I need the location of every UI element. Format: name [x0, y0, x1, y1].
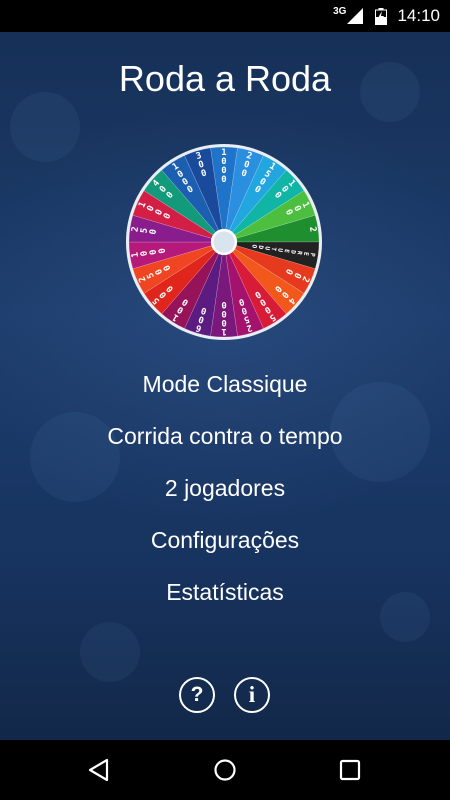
signal-icon	[347, 8, 364, 24]
menu-mode-classique[interactable]: Mode Classique	[0, 358, 450, 410]
main-menu: Mode Classique Corrida contra o tempo 2 …	[0, 358, 450, 618]
recent-apps-icon[interactable]	[335, 755, 365, 785]
bottom-actions: ? i	[0, 677, 450, 713]
background-bokeh	[10, 92, 80, 162]
wheel-segment-label-char: 0	[221, 299, 226, 309]
back-icon[interactable]	[85, 755, 115, 785]
battery-icon	[375, 7, 388, 25]
background-bokeh	[80, 622, 140, 682]
info-icon[interactable]: i	[234, 677, 270, 713]
app-screen: Roda a Roda 100020015001001002PERDEUTUDO…	[0, 32, 450, 740]
home-icon[interactable]	[210, 755, 240, 785]
navigation-bar	[0, 740, 450, 800]
menu-2-jogadores[interactable]: 2 jogadores	[0, 462, 450, 514]
prize-wheel: 100020015001001002PERDEUTUDO200400500025…	[125, 143, 323, 341]
status-time: 14:10	[397, 6, 440, 25]
wheel-hub	[210, 228, 238, 256]
help-icon[interactable]: ?	[179, 677, 215, 713]
network-type: 3G	[333, 5, 347, 17]
wheel-segment-label-char: 0	[221, 175, 226, 185]
menu-configuracoes[interactable]: Configurações	[0, 514, 450, 566]
status-bar: 3G 14:10	[0, 0, 450, 32]
menu-corrida-contra-o-tempo[interactable]: Corrida contra o tempo	[0, 410, 450, 462]
app-title: Roda a Roda	[118, 58, 332, 99]
menu-estatisticas[interactable]: Estatísticas	[0, 566, 450, 618]
